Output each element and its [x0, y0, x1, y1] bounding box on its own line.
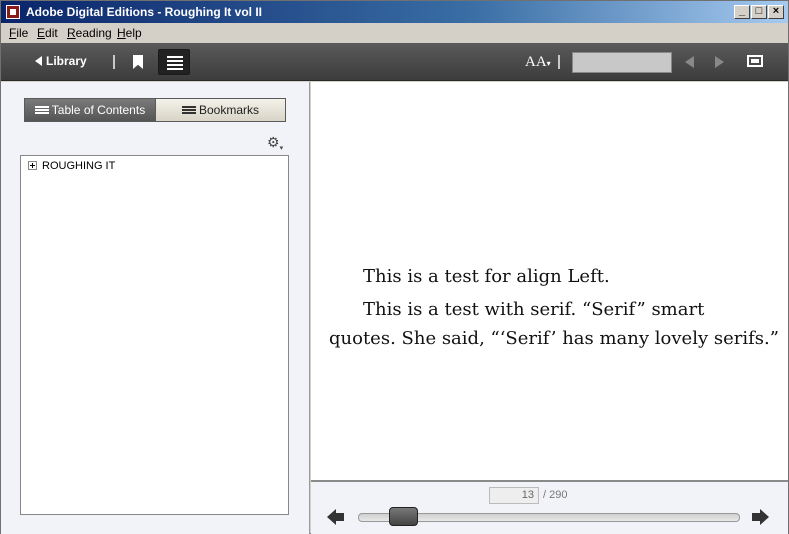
toolbar: Library AA▾: [1, 43, 788, 81]
menu-help[interactable]: Help: [117, 26, 142, 40]
gear-icon[interactable]: ⚙▾: [267, 134, 283, 152]
close-button[interactable]: ×: [768, 5, 784, 19]
chevron-down-icon: ▾: [279, 145, 284, 152]
menu-reading[interactable]: Reading: [67, 26, 112, 40]
tab-table-of-contents[interactable]: Table of Contents: [25, 99, 155, 121]
app-icon: [6, 5, 20, 19]
title-bar: Adobe Digital Editions - Roughing It vol…: [1, 1, 788, 23]
page-navigation-bar: 13 / 290: [311, 480, 788, 534]
sidebar-tabs: Table of Contents Bookmarks: [24, 98, 286, 122]
sidebar-panel: Table of Contents Bookmarks ⚙▾ ROUGHING …: [1, 82, 310, 534]
text-size-icon: AA: [525, 54, 547, 70]
toc-item-label: ROUGHING IT: [42, 160, 116, 172]
menu-file[interactable]: File: [9, 26, 28, 40]
expand-icon[interactable]: [28, 161, 37, 170]
reading-pane: This is a test for align Left. This is a…: [311, 82, 788, 480]
page-total: / 290: [543, 489, 568, 501]
next-page-icon[interactable]: [751, 509, 769, 525]
library-button[interactable]: Library: [35, 54, 87, 68]
menu-edit[interactable]: Edit: [37, 26, 58, 40]
maximize-button[interactable]: □: [751, 5, 767, 19]
tab-bookmarks[interactable]: Bookmarks: [155, 99, 285, 121]
minimize-button[interactable]: _: [734, 5, 750, 19]
book-paragraph: This is a test with serif. “Serif” smart: [363, 299, 705, 320]
page-number-input[interactable]: 13: [489, 487, 539, 504]
toolbar-separator: [558, 55, 560, 69]
toc-item[interactable]: ROUGHING IT: [28, 160, 115, 172]
bookmark-icon[interactable]: [133, 55, 143, 69]
previous-result-icon[interactable]: [685, 56, 694, 68]
next-result-icon[interactable]: [715, 56, 724, 68]
font-size-button[interactable]: AA▾: [525, 54, 551, 71]
previous-page-icon[interactable]: [327, 509, 345, 525]
page-slider-thumb[interactable]: [389, 507, 419, 526]
fullscreen-icon[interactable]: [747, 55, 763, 67]
toolbar-separator: [113, 55, 115, 69]
window-title: Adobe Digital Editions - Roughing It vol…: [26, 5, 262, 19]
toc-tree: ROUGHING IT: [20, 155, 289, 515]
toc-toggle-button[interactable]: [158, 49, 190, 75]
toc-icon: [34, 106, 49, 115]
book-paragraph: This is a test for align Left.: [363, 266, 610, 287]
library-label: Library: [46, 54, 87, 68]
book-paragraph: quotes. She said, “‘Serif’ has many love…: [329, 328, 779, 349]
menu-bar: File Edit Reading Help: [1, 23, 788, 43]
list-icon: [167, 56, 183, 58]
search-input[interactable]: [572, 52, 672, 73]
back-triangle-icon: [35, 56, 42, 66]
bookmarks-list-icon: [181, 106, 196, 115]
app-window: Adobe Digital Editions - Roughing It vol…: [0, 0, 789, 534]
